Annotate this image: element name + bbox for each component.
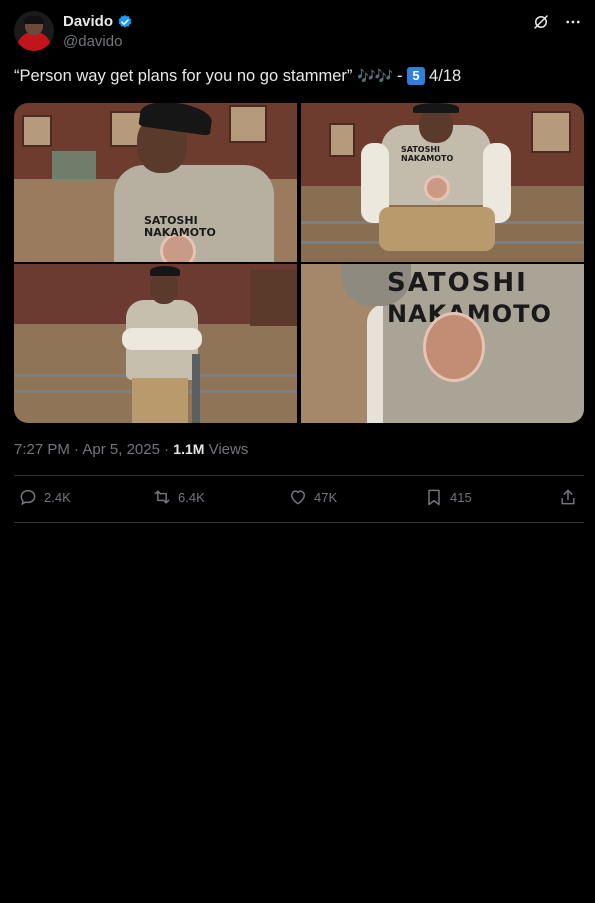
tweet-text: “Person way get plans for you no go stam… bbox=[14, 67, 461, 86]
divider-top bbox=[14, 475, 584, 476]
photo-shirt-text-line1: SATOSHI bbox=[387, 268, 528, 298]
tweet-counter: 4/18 bbox=[429, 67, 462, 85]
action-bar: 2.4K 6.4K 47K 415 bbox=[14, 487, 584, 513]
meta-separator: · bbox=[74, 441, 80, 458]
tweet-meta: 7:27 PM · Apr 5, 2025 · 1.1M Views bbox=[14, 441, 248, 458]
photo-shirt-text: SATOSHI NAKAMOTO bbox=[144, 214, 216, 239]
repost-icon bbox=[154, 490, 170, 504]
top-actions bbox=[532, 13, 582, 31]
photo-window bbox=[329, 123, 355, 157]
like-button[interactable]: 47K bbox=[288, 487, 337, 507]
bookmark-count: 415 bbox=[450, 489, 472, 505]
meta-separator: · bbox=[164, 441, 170, 458]
tweet-date[interactable]: Apr 5, 2025 bbox=[82, 441, 160, 458]
reply-count: 2.4K bbox=[44, 489, 71, 505]
tweet-dash: - bbox=[396, 67, 403, 85]
reply-button[interactable]: 2.4K bbox=[18, 487, 71, 507]
tweet-quote: “Person way get plans for you no go stam… bbox=[14, 67, 353, 85]
more-icon[interactable] bbox=[564, 13, 582, 31]
photo-pendant bbox=[423, 312, 485, 382]
views-label: Views bbox=[208, 441, 249, 458]
bookmark-button[interactable]: 415 bbox=[424, 487, 472, 507]
like-icon bbox=[291, 490, 305, 505]
photo-window bbox=[22, 115, 52, 147]
repost-count: 6.4K bbox=[178, 489, 205, 505]
photo-arms bbox=[122, 328, 202, 350]
share-icon bbox=[561, 489, 575, 505]
divider-bottom bbox=[14, 522, 584, 523]
photo-shirt-text: SATOSHI NAKAMOTO bbox=[401, 145, 454, 163]
bookmark-icon bbox=[428, 489, 440, 506]
views-count: 1.1M bbox=[173, 441, 205, 457]
photo-1[interactable]: SATOSHI NAKAMOTO bbox=[14, 103, 297, 262]
photo-pants bbox=[132, 378, 188, 423]
author-name[interactable]: Davido bbox=[63, 13, 113, 30]
music-notes-emoji: 🎶🎶 bbox=[357, 68, 393, 85]
avatar-cap bbox=[24, 16, 44, 24]
photo-3[interactable] bbox=[14, 264, 297, 423]
photo-cap bbox=[150, 266, 180, 276]
avatar[interactable] bbox=[14, 11, 54, 51]
like-count: 47K bbox=[314, 489, 338, 505]
author-name-row: Davido bbox=[63, 13, 133, 30]
photo-cap bbox=[413, 103, 459, 113]
share-button[interactable] bbox=[558, 487, 578, 507]
verified-badge-icon bbox=[118, 14, 132, 28]
photo-trees bbox=[250, 270, 297, 326]
author-handle[interactable]: @davido bbox=[63, 33, 122, 50]
repost-button[interactable]: 6.4K bbox=[152, 487, 205, 507]
photo-post bbox=[192, 354, 200, 423]
photo-window bbox=[531, 111, 571, 153]
photo-pants bbox=[379, 207, 495, 251]
photo-graffiti bbox=[52, 151, 96, 181]
photo-head bbox=[150, 272, 178, 304]
photo-2[interactable]: SATOSHI NAKAMOTO bbox=[301, 103, 584, 262]
tweet-header: Davido @davido bbox=[14, 11, 584, 53]
photo-pendant bbox=[424, 175, 450, 201]
photo-4[interactable]: SATOSHI NAKAMOTO bbox=[301, 264, 584, 423]
reply-icon bbox=[20, 490, 36, 505]
media-grid: SATOSHI NAKAMOTO SATOSHI NAKAMOTO SATOSH… bbox=[14, 103, 584, 423]
grok-icon[interactable] bbox=[532, 13, 550, 31]
number-five-emoji: 5 bbox=[407, 67, 426, 85]
photo-window bbox=[229, 105, 267, 143]
tweet-time[interactable]: 7:27 PM bbox=[14, 441, 70, 458]
